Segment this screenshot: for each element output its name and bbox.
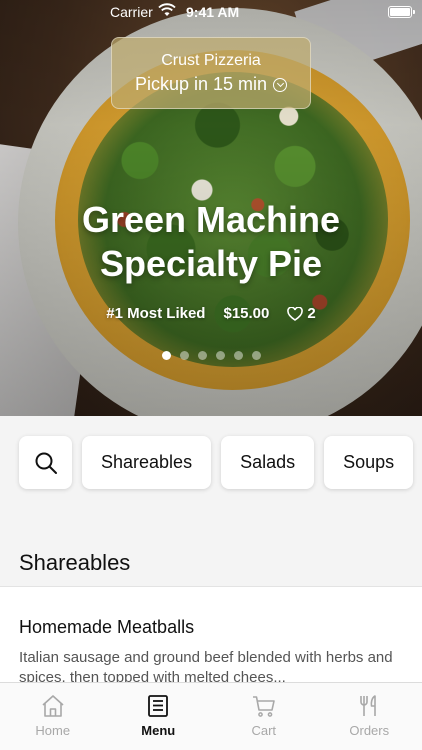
cart-icon (252, 696, 275, 717)
home-icon (42, 695, 64, 717)
hero-carousel[interactable]: Carrier 9:41 AM Crust Pizzeria Pickup in… (0, 0, 422, 416)
featured-item-title: Green Machine Specialty Pie (81, 199, 341, 284)
tab-home[interactable]: Home (0, 683, 106, 750)
wifi-icon (158, 3, 176, 16)
category-chip-salads[interactable]: Salads (221, 436, 315, 489)
menu-icon (148, 695, 169, 717)
battery-icon (388, 6, 415, 18)
tab-menu[interactable]: Menu (106, 683, 212, 750)
tab-bar: Home Menu Cart Orders (0, 682, 422, 750)
section-heading: Shareables (19, 550, 131, 575)
heart-icon (287, 306, 304, 321)
pickup-time: Pickup in 15 min (134, 74, 268, 94)
carousel-page-indicator[interactable] (0, 351, 422, 360)
search-button[interactable] (19, 436, 72, 489)
clock: 9:41 AM (186, 4, 240, 20)
category-chip-shareables[interactable]: Shareables (82, 436, 212, 489)
carrier-label: Carrier (110, 4, 153, 20)
tab-orders[interactable]: Orders (317, 683, 422, 750)
category-bar: Shareables Salads Soups (19, 436, 414, 490)
location-selector[interactable]: Crust Pizzeria Pickup in 15 min (111, 37, 311, 109)
like-count: 2 (307, 305, 316, 322)
carousel-dot[interactable] (179, 351, 189, 360)
carousel-dot[interactable] (251, 351, 261, 360)
status-bar: Carrier 9:41 AM (0, 0, 422, 24)
carousel-dot[interactable] (233, 351, 243, 360)
price-label: $15.00 (223, 305, 270, 322)
rank-label: #1 Most Liked (106, 305, 206, 322)
search-icon (35, 452, 57, 474)
restaurant-name: Crust Pizzeria (161, 52, 261, 69)
menu-item-card[interactable]: Homemade Meatballs Italian sausage and g… (0, 587, 422, 687)
featured-item-meta: #1 Most Liked $15.00 2 (0, 305, 422, 322)
chevron-down-icon (273, 77, 288, 92)
tab-cart[interactable]: Cart (211, 683, 317, 750)
carousel-dot[interactable] (197, 351, 207, 360)
carousel-dot[interactable] (215, 351, 225, 360)
orders-icon (360, 695, 377, 716)
carousel-dot[interactable] (161, 351, 171, 360)
like-button[interactable]: 2 (287, 305, 316, 322)
category-chip-soups[interactable]: Soups (324, 436, 414, 489)
menu-item-name: Homemade Meatballs (19, 617, 195, 637)
